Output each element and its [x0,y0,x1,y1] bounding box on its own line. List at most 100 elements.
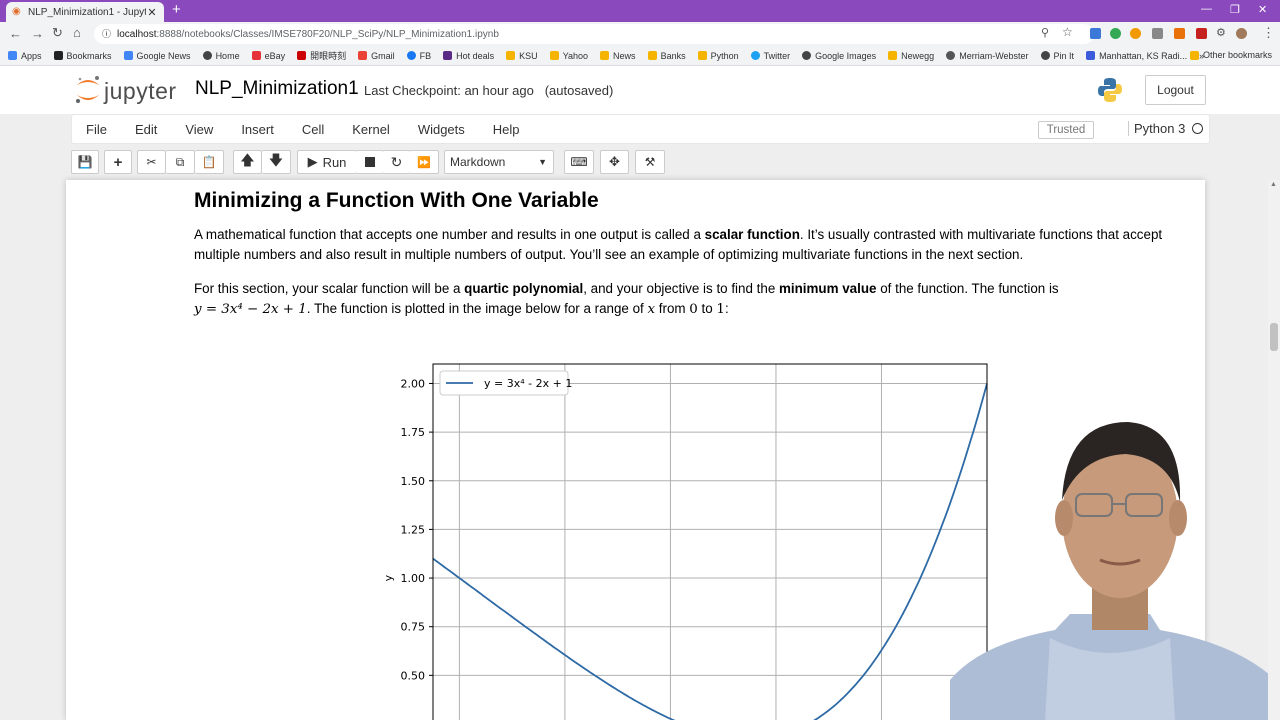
close-tab-icon[interactable]: ✕ [146,6,158,19]
bookmark-item[interactable]: Gmail [358,51,395,61]
scroll-up-icon[interactable]: ▲ [1270,181,1277,188]
folder-icon [600,51,610,60]
save-button[interactable]: 💾 [71,150,99,174]
restart-button[interactable]: ↻ [383,150,411,174]
extension-icon[interactable] [1196,28,1207,39]
window-close-icon[interactable]: ✕ [1258,3,1267,16]
menu-view[interactable]: View [185,122,213,137]
legend-label: y = 3x⁴ - 2x + 1 [484,377,572,390]
menu-widgets[interactable]: Widgets [418,122,465,137]
extension-button[interactable]: ⚒ [635,150,665,174]
restart-run-all-button[interactable]: ⏩ [410,150,439,174]
gavel-icon: ⚒ [644,155,656,169]
insert-cell-button[interactable]: + [104,150,132,174]
forward-icon[interactable]: → [31,26,44,41]
home-icon[interactable]: ⌂ [73,25,81,40]
minimize-icon[interactable]: — [1201,3,1212,15]
run-button[interactable]: ▶ Run [297,150,357,174]
folder-icon [549,51,559,60]
page-scrollbar[interactable] [1268,180,1280,720]
facebook-icon [406,51,416,60]
scrollbar-thumb[interactable] [1270,323,1278,351]
bookmark-label: Banks [660,50,686,61]
copy-button[interactable]: ⧉ [166,150,195,174]
menu-dots-icon[interactable]: ⋮ [1262,25,1275,41]
text-run: : [724,301,729,316]
kernel-name[interactable]: Python 3 [1128,121,1185,136]
bookmark-label: Twitter [763,50,791,61]
zoom-search-icon[interactable]: ⚲ [1041,26,1049,39]
bookmark-item[interactable]: Python [697,51,739,61]
move-up-button[interactable]: 🡅 [233,150,262,174]
bookmark-label: Newegg [901,50,935,61]
cell-type-select[interactable]: Markdown ▼ [444,150,554,174]
bookmark-item[interactable]: KSU [506,51,538,61]
gmail-icon [358,51,368,60]
bookmark-item[interactable]: Google Images [802,51,876,61]
bookmark-item[interactable]: Hot deals [443,51,494,61]
autosave-text: (autosaved) [544,83,614,98]
paste-button[interactable]: 📋 [195,150,224,174]
extension-icon[interactable] [1174,28,1185,39]
jupyter-logo[interactable]: jupyter [74,74,184,106]
bookmark-item[interactable]: 開眼時刻 [297,49,346,62]
menu-edit[interactable]: Edit [135,122,157,137]
y-tick-label: 1.75 [401,426,426,439]
address-bar-row: ← → ↻ ⌂ ⓘ localhost:8888/notebooks/Classe… [0,22,1280,46]
bookmark-item[interactable]: Yahoo [549,51,588,61]
scissors-icon: ✂ [146,155,157,169]
presentation-button[interactable]: ✥ [600,150,629,174]
star-icon[interactable]: ☆ [1062,25,1073,39]
grammarly-icon[interactable] [1110,28,1121,39]
browser-tab[interactable]: ◉ NLP_Minimization1 - Jupyter No ✕ [6,2,164,22]
puzzle-icon[interactable]: ⚙ [1216,26,1226,39]
interrupt-button[interactable] [356,150,384,174]
profile-avatar-icon[interactable] [1236,28,1247,39]
bookmark-item[interactable]: Newegg [888,51,934,61]
bookmark-item[interactable]: Twitter [750,50,791,61]
cut-button[interactable]: ✂ [137,150,166,174]
command-palette-button[interactable]: ⌨ [564,150,594,174]
other-bookmarks[interactable]: Other bookmarks [1189,50,1272,60]
extension-icon[interactable] [1090,28,1101,39]
plus-icon: + [113,153,123,171]
bookmark-item[interactable]: Banks [647,50,686,61]
extension-icon[interactable] [1130,28,1141,39]
menu-insert[interactable]: Insert [241,122,274,137]
reload-icon[interactable]: ↻ [52,25,63,41]
url-input[interactable]: ⓘ localhost:8888/notebooks/Classes/IMSE78… [94,24,1094,44]
bookmark-item[interactable]: Home [202,50,240,61]
menu-file[interactable]: File [86,122,107,137]
restore-icon[interactable]: ❐ [1230,3,1240,16]
bookmark-item[interactable]: eBay [251,51,285,61]
new-tab-icon[interactable]: + [172,1,181,18]
merriam-webster-icon [946,51,956,60]
bookmark-item[interactable]: Merriam-Webster [946,51,1029,61]
menu-cell[interactable]: Cell [302,122,324,137]
back-icon[interactable]: ← [9,26,22,41]
presenter-webcam-overlay [950,422,1280,720]
bookmark-item[interactable]: Manhattan, KS Radi... [1086,51,1187,61]
other-bookmarks-label: Other bookmarks [1202,50,1272,60]
markdown-heading: Minimizing a Function With One Variable [194,189,599,212]
twitter-icon [750,51,760,60]
bookmark-label: Home [215,50,240,61]
bookmark-label: Pin It [1053,50,1075,61]
notebook-name[interactable]: NLP_Minimization1 [195,78,359,100]
bookmark-item[interactable]: Apps [8,51,42,61]
bookmark-item[interactable]: FB [406,51,431,61]
url-host: localhost [117,29,157,40]
bookmark-item[interactable]: News [600,51,636,61]
menu-kernel[interactable]: Kernel [352,122,390,137]
move-down-button[interactable]: 🡇 [262,150,291,174]
google-news-icon [123,51,133,60]
extension-icon[interactable] [1152,28,1163,39]
bookmark-item[interactable]: Google News [123,51,191,61]
trusted-indicator[interactable]: Trusted [1038,121,1094,139]
bookmark-item[interactable]: Pin It [1040,50,1075,61]
menu-help[interactable]: Help [493,122,520,137]
bookmark-item[interactable]: Bookmarks [53,51,112,61]
logout-button[interactable]: Logout [1145,75,1206,105]
bookmark-label: Hot deals [456,50,495,61]
bookmark-label: Google Images [815,50,877,61]
